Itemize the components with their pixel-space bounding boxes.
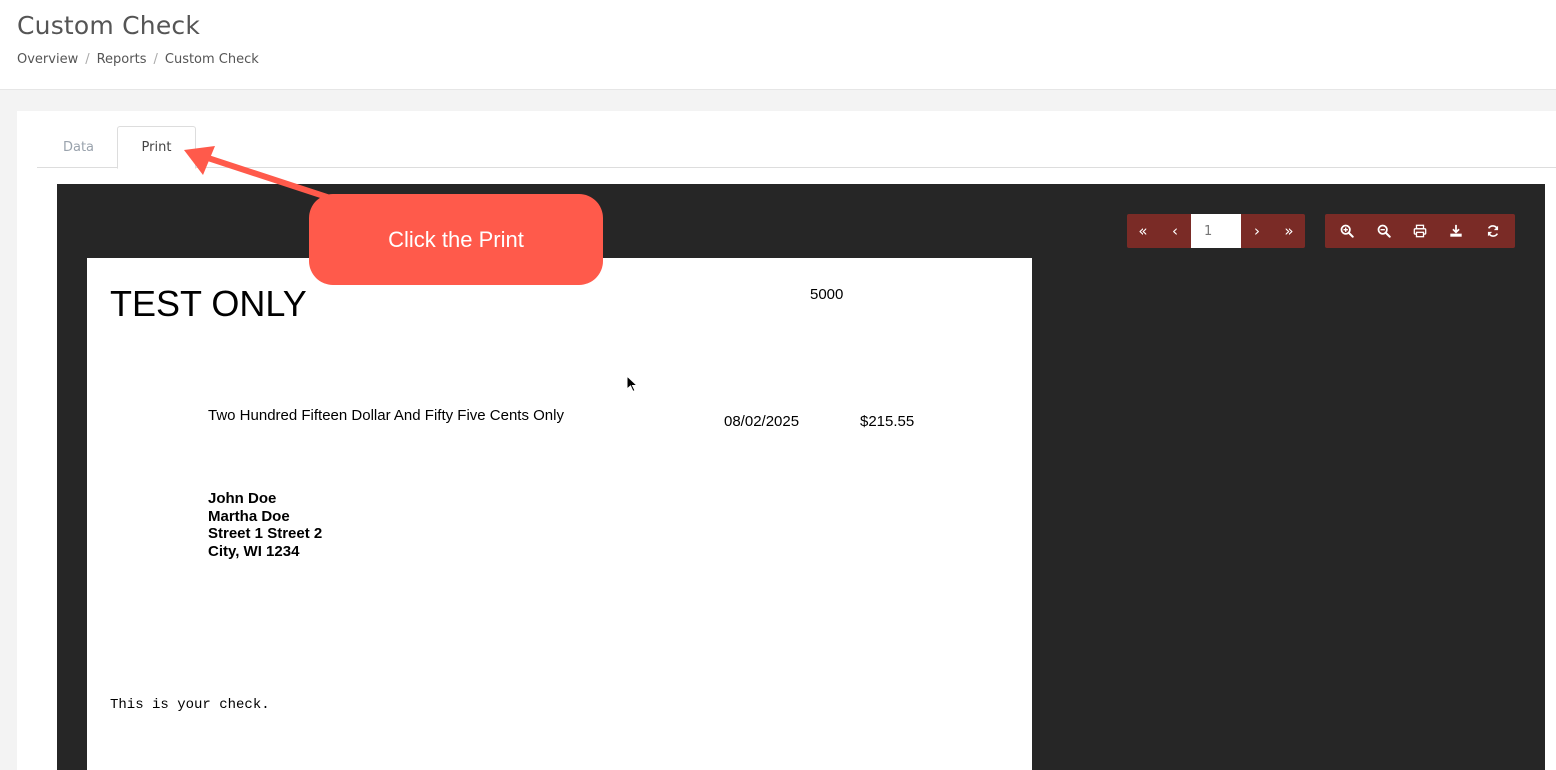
last-page-icon[interactable]: » [1273,214,1305,248]
check-page: TEST ONLY 5000 Two Hundred Fifteen Dolla… [87,258,1032,770]
amount-in-words: Two Hundred Fifteen Dollar And Fifty Fiv… [208,407,564,424]
breadcrumb-separator: / [85,52,90,67]
breadcrumb-separator: / [153,52,158,67]
first-page-icon[interactable]: « [1127,214,1159,248]
print-icon[interactable] [1402,214,1438,248]
tab-print[interactable]: Print [117,126,196,169]
breadcrumb-reports[interactable]: Reports [97,52,147,67]
next-page-icon[interactable]: › [1241,214,1273,248]
breadcrumb-custom-check: Custom Check [164,52,259,67]
payee-address: John Doe Martha Doe Street 1 Street 2 Ci… [208,490,322,560]
page-header: Custom Check Overview / Reports / Custom… [0,0,1556,90]
mouse-cursor-icon [626,375,638,393]
callout-bubble: Click the Print [309,194,603,285]
page-number-input[interactable] [1191,214,1241,248]
callout-text: Click the Print [388,226,524,252]
check-number: 5000 [810,286,844,303]
report-panel: Data Print « ‹ › » [17,111,1556,770]
download-icon[interactable] [1438,214,1474,248]
prev-page-icon[interactable]: ‹ [1159,214,1191,248]
check-memo: This is your check. [110,697,270,713]
check-date: 08/02/2025 [724,413,800,430]
payee-line: Martha Doe [208,507,290,525]
tab-bar: Data Print [37,126,1556,169]
check-amount: $215.55 [860,413,915,430]
breadcrumb: Overview / Reports / Custom Check [17,52,259,67]
page-navigation: « ‹ › » [1127,214,1305,248]
payee-line: City, WI 1234 [208,542,300,560]
payee-line: John Doe [208,490,277,507]
refresh-icon[interactable] [1475,214,1511,248]
breadcrumb-overview[interactable]: Overview [17,52,78,67]
zoom-in-icon[interactable] [1329,214,1365,248]
page-title: Custom Check [17,11,201,40]
payee-line: Street 1 Street 2 [208,525,323,542]
zoom-out-icon[interactable] [1366,214,1402,248]
check-watermark: TEST ONLY [110,283,307,324]
tab-data[interactable]: Data [42,126,115,168]
report-viewer: « ‹ › » TEST ONLY 5000 [57,184,1545,770]
viewer-toolbar [1325,214,1515,248]
